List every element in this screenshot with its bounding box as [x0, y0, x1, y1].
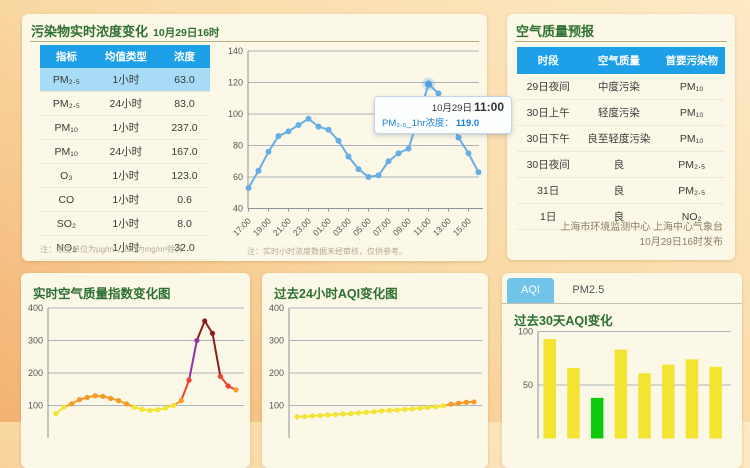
aqi-30d-title: 过去30天AQI变化: [514, 310, 613, 329]
forecast-publisher: 上海市环境监测中心 上海中心气象台 10月29日16时发布: [560, 220, 723, 250]
pollutant-realtime-panel: 污染物实时浓度变化 10月29日16时 指标 均值类型 浓度 PM₂.₅1小时63…: [22, 14, 487, 261]
tab-aqi[interactable]: AQI: [507, 278, 554, 303]
title-divider: [515, 41, 727, 42]
svg-text:300: 300: [28, 336, 43, 346]
pollutant-table-header: 指标 均值类型 浓度: [40, 45, 210, 68]
air-quality-forecast-panel: 空气质量预报 时段 空气质量 首要污染物 29日夜间中度污染PM₁₀ 30日上午…: [507, 14, 735, 260]
forecast-row: 31日良PM₂.₅: [517, 178, 725, 204]
col-quality: 空气质量: [579, 47, 658, 74]
chart-tooltip: 10月29日11:00 PM₂.₅_1hr浓度：119.0: [374, 96, 512, 134]
forecast-panel-title: 空气质量预报: [516, 21, 594, 40]
svg-text:23:00: 23:00: [291, 216, 313, 238]
svg-text:100: 100: [269, 401, 284, 411]
col-indicator: 指标: [40, 45, 93, 68]
forecast-row: 30日夜间良PM₂.₅: [517, 152, 725, 178]
table-row-pm10-1h[interactable]: PM₁₀1小时237.0: [40, 116, 210, 140]
svg-text:19:00: 19:00: [251, 216, 273, 238]
realtime-aqi-line-chart[interactable]: 100 200 300 400: [21, 273, 250, 468]
svg-text:21:00: 21:00: [271, 216, 293, 238]
publisher-name: 上海市环境监测中心 上海中心气象台: [560, 220, 723, 235]
svg-text:120: 120: [228, 78, 243, 88]
svg-text:300: 300: [269, 336, 284, 346]
forecast-table: 时段 空气质量 首要污染物 29日夜间中度污染PM₁₀ 30日上午轻度污染PM₁…: [517, 47, 725, 230]
svg-text:03:00: 03:00: [331, 216, 353, 238]
aqi-30d-panel: AQI PM2.5 过去30天AQI变化 50100: [502, 273, 742, 468]
pollutant-table: 指标 均值类型 浓度 PM₂.₅1小时63.0 PM₂.₅24小时83.0 PM…: [40, 45, 210, 260]
forecast-row: 30日上午轻度污染PM₁₀: [517, 100, 725, 126]
pollutant-panel-title: 污染物实时浓度变化: [31, 24, 148, 39]
aqi-24h-line-chart[interactable]: 100 200 300 400: [262, 273, 488, 468]
col-primary-pollutant: 首要污染物: [658, 47, 725, 74]
col-period: 时段: [517, 47, 579, 74]
svg-text:13:00: 13:00: [431, 216, 453, 238]
forecast-row: 30日下午良至轻度污染PM₁₀: [517, 126, 725, 152]
realtime-aqi-title: 实时空气质量指数变化图: [33, 283, 171, 302]
table-row-co[interactable]: CO1小时0.6: [40, 188, 210, 212]
svg-text:01:00: 01:00: [311, 216, 333, 238]
svg-text:11:00: 11:00: [411, 216, 433, 238]
svg-text:100: 100: [28, 401, 43, 411]
table-row-pm25-24h[interactable]: PM₂.₅24小时83.0: [40, 92, 210, 116]
panel-title: 污染物实时浓度变化 10月29日16时: [31, 21, 220, 40]
svg-text:80: 80: [233, 141, 243, 151]
pm25-hourly-line-chart[interactable]: 40 60 80 100 120 140 17:0019:0021:0023:0001:00…: [212, 30, 484, 244]
svg-text:50: 50: [523, 380, 533, 390]
pollutant-panel-time: 10月29日16时: [153, 27, 220, 39]
table-row-pm25-1h[interactable]: PM₂.₅1小时63.0: [40, 68, 210, 92]
table-row-o3[interactable]: O₃1小时123.0: [40, 164, 210, 188]
table-row-pm10-24h[interactable]: PM₁₀24小时167.0: [40, 140, 210, 164]
svg-text:09:00: 09:00: [391, 216, 413, 238]
svg-text:400: 400: [269, 303, 284, 313]
realtime-aqi-panel: 实时空气质量指数变化图 100 200 300 400: [21, 273, 250, 468]
tooltip-datetime: 10月29日11:00: [382, 100, 504, 114]
aqi-pm25-tabs: AQI PM2.5: [507, 278, 618, 303]
col-avg-type: 均值类型: [93, 45, 159, 68]
svg-text:05:00: 05:00: [351, 216, 373, 238]
svg-text:140: 140: [228, 46, 243, 56]
svg-text:200: 200: [28, 368, 43, 378]
svg-text:40: 40: [233, 204, 243, 214]
unit-note: 注：浓度单位为μg/m³，CO为mg/m³除外: [40, 244, 183, 255]
forecast-row: 29日夜间中度污染PM₁₀: [517, 74, 725, 100]
air-quality-dashboard: { "colors":{ "header_blue":"#1ea0e9","ro…: [0, 0, 750, 422]
svg-text:17:00: 17:00: [231, 216, 253, 238]
publish-time: 10月29日16时发布: [560, 235, 723, 250]
aqi-24h-panel: 过去24小时AQI变化图 100 200 300 400: [262, 273, 488, 468]
svg-text:200: 200: [269, 368, 284, 378]
svg-text:15:00: 15:00: [451, 216, 473, 238]
svg-text:100: 100: [228, 109, 243, 119]
forecast-table-header: 时段 空气质量 首要污染物: [517, 47, 725, 74]
svg-text:400: 400: [28, 303, 43, 313]
svg-text:60: 60: [233, 172, 243, 182]
svg-text:07:00: 07:00: [371, 216, 393, 238]
tooltip-value-line: PM₂.₅_1hr浓度：119.0: [382, 115, 504, 129]
table-row-so2[interactable]: SO₂1小时8.0: [40, 212, 210, 236]
aqi-24h-title: 过去24小时AQI变化图: [274, 283, 398, 302]
chart-note: 注：实时小时浓度数据未经审核，仅供参考。: [247, 246, 407, 257]
col-concentration: 浓度: [159, 45, 210, 68]
tab-pm25[interactable]: PM2.5: [558, 278, 618, 303]
